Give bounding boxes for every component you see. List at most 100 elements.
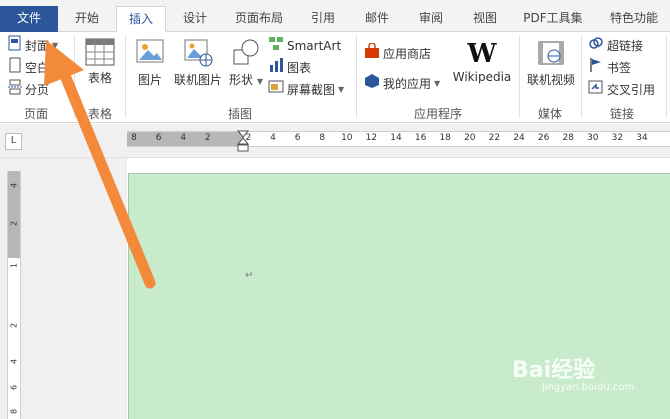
shapes-button[interactable]: 形状 ▼ <box>228 38 264 88</box>
group-label-links: 链接 <box>609 107 634 121</box>
group-label-illustrations: 插图 <box>227 107 252 121</box>
vertical-ruler[interactable]: 4 2 1 2 4 6 8 <box>7 171 21 419</box>
screenshot-button[interactable]: 屏幕截图 ▼ <box>268 80 344 100</box>
ruler-tick-label: 28 <box>562 133 574 143</box>
group-label-tables: 表格 <box>87 107 112 121</box>
blank-page-button[interactable]: 空白页 <box>8 57 61 79</box>
my-apps-button[interactable]: 我的应用 ▼ <box>364 74 440 94</box>
cross-reference-button[interactable]: 交叉引用 <box>588 80 655 100</box>
group-divider <box>356 36 357 118</box>
tab-design[interactable]: 设计 <box>170 6 220 32</box>
page-break-icon <box>8 79 22 101</box>
group-label-pages: 页面 <box>23 107 48 121</box>
tab-mailings[interactable]: 邮件 <box>352 6 402 32</box>
tab-home[interactable]: 开始 <box>62 6 112 32</box>
smartart-button[interactable]: SmartArt <box>268 36 341 56</box>
ruler-tick-label: 10 <box>341 133 353 143</box>
tab-file[interactable]: 文件 <box>0 6 58 32</box>
online-picture-button[interactable]: 联机图片 <box>172 38 224 88</box>
picture-label: 图片 <box>137 73 162 87</box>
ruler-tick-label: 8 <box>319 133 326 143</box>
store-icon <box>364 42 380 65</box>
smartart-label: SmartArt <box>287 39 342 53</box>
horizontal-ruler[interactable]: 8 6 4 2 2 4 6 8 10 12 14 16 18 20 22 24 26 28 30 32 34 <box>127 130 670 152</box>
chevron-down-icon: ▼ <box>338 85 345 94</box>
group-divider <box>519 36 520 118</box>
chart-button[interactable]: 图表 <box>268 58 311 78</box>
page-break-button[interactable]: 分页 <box>8 79 49 101</box>
ruler-tick-label: 16 <box>414 133 427 143</box>
ruler-tick-label: 30 <box>587 133 599 143</box>
ruler-tick-label: 6 <box>155 133 162 143</box>
bookmark-button[interactable]: 书签 <box>588 58 631 78</box>
app-store-button[interactable]: 应用商店 <box>364 42 432 65</box>
screenshot-icon <box>268 79 284 101</box>
my-apps-icon <box>364 73 380 95</box>
cover-page-label: 封面 <box>25 39 50 53</box>
ribbon-tab-bar: 文件 开始 插入 设计 页面布局 引用 邮件 审阅 视图 PDF工具集 特色功能 <box>0 0 670 32</box>
ruler-tick-label: 1 <box>9 262 19 269</box>
chevron-down-icon: ▼ <box>256 77 263 86</box>
online-picture-label: 联机图片 <box>173 73 222 87</box>
ruler-tick-label: 4 <box>9 182 19 189</box>
ruler-tick-label: 18 <box>439 133 451 143</box>
app-store-label: 应用商店 <box>383 47 432 61</box>
bookmark-label: 书签 <box>607 61 632 75</box>
hyperlink-label: 超链接 <box>607 39 644 53</box>
online-video-label: 联机视频 <box>526 73 575 87</box>
ribbon-insert: 封面 ▼ 空白页 分页 页面 表格 表格 图片 联机图片 形状 ▼ SmartA… <box>0 32 670 123</box>
tab-insert[interactable]: 插入 <box>116 6 166 32</box>
watermark-brand: Bai经验 <box>512 358 596 383</box>
tab-references[interactable]: 引用 <box>298 6 348 32</box>
ruler-tick-label: 22 <box>488 133 501 143</box>
ruler-tick-label: 24 <box>513 133 525 143</box>
cross-reference-label: 交叉引用 <box>607 83 656 97</box>
group-label-media: 媒体 <box>537 107 562 121</box>
ruler-tick-label: 8 <box>9 408 19 415</box>
hyperlink-button[interactable]: 超链接 <box>588 36 643 56</box>
blank-page-icon <box>8 57 22 79</box>
ruler-tick-label: 20 <box>464 133 476 143</box>
ruler-tick-label: 34 <box>636 133 648 143</box>
group-divider <box>125 36 126 118</box>
tab-selector-button[interactable]: L <box>5 133 22 150</box>
ruler-tick-label: 14 <box>390 133 402 143</box>
ruler-tick-label: 2 <box>9 220 19 227</box>
online-video-icon <box>524 38 578 71</box>
wikipedia-button[interactable]: W Wikipedia <box>450 38 514 84</box>
ruler-tick-label: 6 <box>9 384 19 391</box>
my-apps-label: 我的应用 <box>383 77 432 91</box>
ruler-tick-label: 6 <box>294 133 301 143</box>
group-divider <box>666 36 667 118</box>
group-divider <box>74 36 75 118</box>
shapes-icon <box>228 38 264 71</box>
picture-icon <box>132 38 168 71</box>
ruler-tick-label: 2 <box>9 322 19 329</box>
ruler-tick-label: 4 <box>270 133 276 143</box>
tab-view[interactable]: 视图 <box>460 6 510 32</box>
wikipedia-icon: W <box>467 39 497 69</box>
baidu-watermark: Bai经验 jingyan.baidu.com <box>512 352 634 393</box>
chart-icon <box>268 57 284 79</box>
ruler-tick-label: 2 <box>204 133 211 143</box>
online-video-button[interactable]: 联机视频 <box>524 38 578 88</box>
picture-button[interactable]: 图片 <box>132 38 168 88</box>
tab-layout[interactable]: 页面布局 <box>224 6 294 32</box>
cross-reference-icon <box>588 79 604 101</box>
cover-page-button[interactable]: 封面 ▼ <box>8 35 59 57</box>
cover-page-icon <box>8 35 22 57</box>
tab-features[interactable]: 特色功能 <box>600 6 668 32</box>
ruler-tick-label: 2 <box>245 133 252 143</box>
chevron-down-icon: ▼ <box>52 41 59 50</box>
tab-pdf-tools[interactable]: PDF工具集 <box>514 6 592 32</box>
ruler-tick-label: 4 <box>180 133 187 143</box>
ruler-tick-label: 4 <box>9 358 19 365</box>
group-divider <box>581 36 582 118</box>
tab-review[interactable]: 审阅 <box>406 6 456 32</box>
shapes-label: 形状 <box>229 73 254 87</box>
paragraph-mark: ↵ <box>245 270 254 281</box>
watermark-url: jingyan.baidu.com <box>542 382 635 393</box>
bookmark-icon <box>588 57 604 79</box>
table-button[interactable]: 表格 <box>80 38 120 86</box>
smartart-icon <box>268 35 284 57</box>
